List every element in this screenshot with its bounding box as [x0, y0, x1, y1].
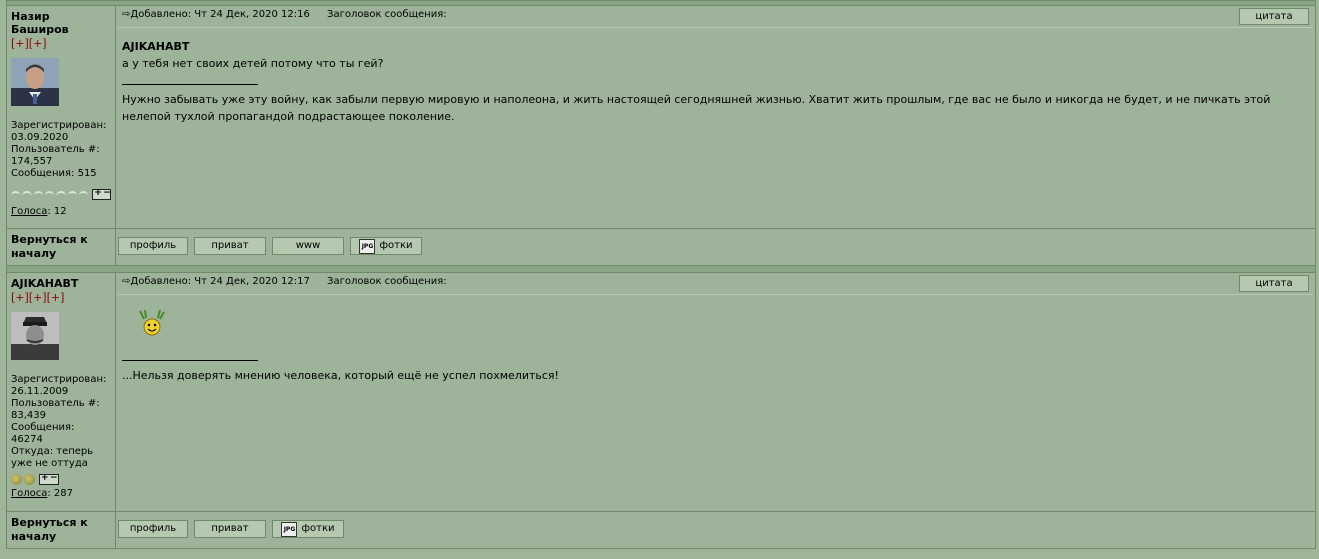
votes-link[interactable]: Голоса: [11, 488, 47, 499]
private-message-button[interactable]: приват: [194, 520, 266, 538]
star-icon: [22, 191, 32, 197]
www-button[interactable]: www: [272, 237, 344, 255]
star-icon: [67, 191, 77, 197]
back-to-top-cell: Вернуться к началу: [6, 511, 116, 549]
jpg-photo-icon: JPG: [281, 521, 298, 537]
post-date: Добавлено: Чт 24 Дек, 2020 12:16: [130, 9, 310, 20]
author-name[interactable]: Назир Баширов: [11, 10, 111, 36]
registered-label: Зарегистрирован:: [11, 374, 107, 385]
votes-count: : 12: [47, 206, 67, 217]
registered-date: 26.11.2009: [11, 386, 69, 397]
quote-button[interactable]: цитата: [1239, 8, 1309, 25]
location-label: Откуда: теперь: [11, 446, 94, 457]
post-content-cell: ⇨Добавлено: Чт 24 Дек, 2020 12:17 Заголо…: [115, 272, 1316, 512]
user-number: 174,557: [11, 156, 53, 167]
post-date: Добавлено: Чт 24 Дек, 2020 12:17: [130, 276, 310, 287]
private-message-button[interactable]: приват: [194, 237, 266, 255]
location-value: уже не оттуда: [11, 458, 88, 469]
user-number-label: Пользователь #:: [11, 144, 100, 155]
post-footer-row: Вернуться к началу профиль приват www JP…: [6, 228, 1316, 266]
author-info: Зарегистрирован: 03.09.2020 Пользователь…: [11, 120, 111, 180]
star-icon: [44, 191, 55, 197]
plus-minus-icon[interactable]: + −: [39, 473, 59, 485]
post-actions-cell: профиль приват JPG фотки: [115, 511, 1316, 549]
posts-table: Назир Баширов [+][+] Зарегистрирован: 03…: [6, 0, 1316, 549]
subject-label: Заголовок сообщения:: [327, 276, 447, 287]
signature-divider: [122, 72, 258, 85]
messages-count: 46274: [11, 434, 43, 445]
post-row: AJIKAHABT [+][+][+] Зарегистрирован: 26.…: [6, 272, 1316, 512]
post-actions-cell: профиль приват www JPG фотки: [115, 228, 1316, 266]
post-header: ⇨Добавлено: Чт 24 Дек, 2020 12:17 Заголо…: [118, 273, 1313, 295]
author-cell: Назир Баширов [+][+] Зарегистрирован: 03…: [6, 5, 116, 229]
photos-button[interactable]: JPG фотки: [350, 237, 422, 255]
votes-link[interactable]: Голоса: [11, 206, 47, 217]
registered-date: 03.09.2020: [11, 132, 69, 143]
back-to-top-link[interactable]: Вернуться к началу: [7, 512, 115, 548]
star-icon: [56, 191, 66, 197]
messages-count: 515: [77, 168, 97, 179]
row-separator: [6, 265, 1316, 273]
author-rank[interactable]: [+][+]: [11, 37, 111, 50]
post-content-cell: ⇨Добавлено: Чт 24 Дек, 2020 12:16 Заголо…: [115, 5, 1316, 229]
back-to-top-link[interactable]: Вернуться к началу: [7, 229, 115, 265]
user-number: 83,439: [11, 410, 46, 421]
votes-count: : 287: [47, 488, 73, 499]
dancing-smiley-icon: [139, 309, 165, 336]
quote-author: AJIKAHABT: [122, 40, 190, 53]
avatar: [11, 58, 59, 106]
subject-label: Заголовок сообщения:: [327, 9, 447, 20]
jpg-photo-icon: JPG: [359, 238, 376, 254]
messages-label: Сообщения:: [11, 422, 75, 433]
messages-label: Сообщения:: [11, 168, 75, 179]
photos-label: фотки: [379, 240, 413, 251]
forum-page: Назир Баширов [+][+] Зарегистрирован: 03…: [0, 0, 1319, 559]
profile-button[interactable]: профиль: [118, 520, 188, 538]
post-body: ...Нельзя доверять мнению человека, кото…: [116, 295, 1315, 384]
author-rank[interactable]: [+][+][+]: [11, 291, 111, 304]
photos-label: фотки: [301, 523, 335, 534]
rating-stars: + −: [11, 188, 111, 200]
star-icon: [11, 191, 21, 197]
back-to-top-cell: Вернуться к началу: [6, 228, 116, 266]
post-row: Назир Баширов [+][+] Зарегистрирован: 03…: [6, 5, 1316, 229]
post-body: AJIKAHABT а у тебя нет своих детей потом…: [116, 28, 1315, 125]
post-footer-row: Вернуться к началу профиль приват JPG фо…: [6, 511, 1316, 549]
author-info: Зарегистрирован: 26.11.2009 Пользователь…: [11, 374, 111, 470]
rating-stars: + −: [11, 473, 111, 485]
signature: Нужно забывать уже эту войну, как забыли…: [122, 93, 1271, 123]
photos-button[interactable]: JPG фотки: [272, 520, 344, 538]
star-icon: [78, 191, 89, 197]
user-number-label: Пользователь #:: [11, 398, 100, 409]
post-header: ⇨Добавлено: Чт 24 Дек, 2020 12:16 Заголо…: [118, 6, 1313, 28]
quote-text: а у тебя нет своих детей потому что ты г…: [122, 57, 384, 70]
author-name[interactable]: AJIKAHABT: [11, 277, 111, 290]
avatar: [11, 312, 59, 360]
quote-button[interactable]: цитата: [1239, 275, 1309, 292]
signature-divider: [122, 348, 258, 361]
registered-label: Зарегистрирован:: [11, 120, 107, 131]
profile-button[interactable]: профиль: [118, 237, 188, 255]
award-icon: [11, 473, 22, 485]
star-icon: [33, 191, 43, 197]
author-cell: AJIKAHABT [+][+][+] Зарегистрирован: 26.…: [6, 272, 116, 512]
signature: ...Нельзя доверять мнению человека, кото…: [122, 369, 559, 382]
plus-minus-icon[interactable]: + −: [92, 188, 111, 200]
award-icon: [24, 473, 35, 485]
